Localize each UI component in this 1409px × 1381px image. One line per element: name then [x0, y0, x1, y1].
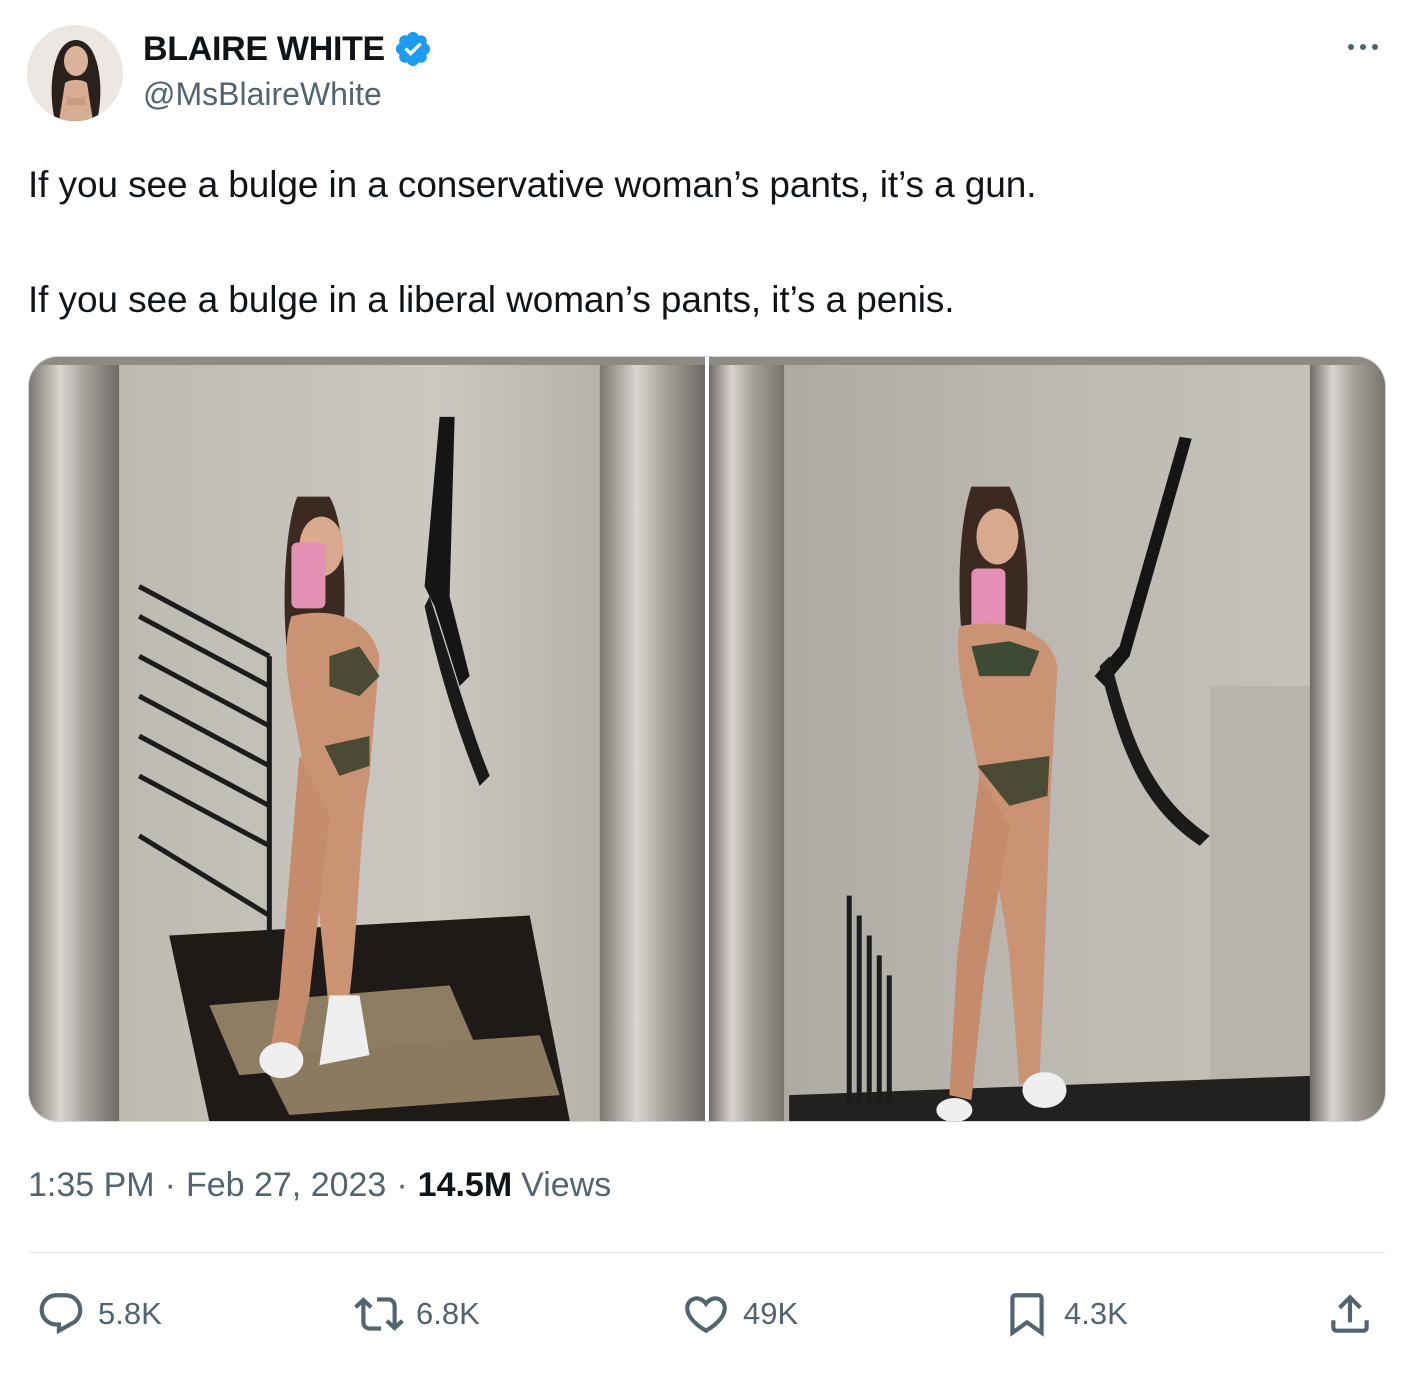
reply-count: 5.8K [98, 1296, 162, 1331]
action-bar: 5.8K 6.8K 49K 4.3K [0, 1280, 1409, 1350]
like-count: 49K [743, 1296, 799, 1331]
tweet-time[interactable]: 1:35 PM [28, 1166, 155, 1205]
bookmark-icon [1002, 1289, 1052, 1339]
heart-icon [681, 1289, 731, 1339]
retweet-icon [354, 1289, 404, 1339]
like-button[interactable]: 49K [681, 1288, 798, 1340]
avatar[interactable] [27, 25, 123, 121]
reply-button[interactable]: 5.8K [36, 1288, 162, 1340]
bookmark-count: 4.3K [1064, 1296, 1128, 1331]
tweet-card: BLAIRE WHITE @MsBlaireWhite If you see a… [0, 0, 1409, 1381]
share-icon [1325, 1289, 1375, 1339]
display-name[interactable]: BLAIRE WHITE [143, 30, 385, 69]
reply-icon [36, 1289, 86, 1339]
divider [28, 1252, 1386, 1253]
author-name-row[interactable]: BLAIRE WHITE [143, 27, 433, 71]
verified-badge-icon[interactable] [393, 29, 433, 69]
retweet-button[interactable]: 6.8K [354, 1288, 480, 1340]
photo-1[interactable] [29, 357, 705, 1121]
avatar-image [27, 25, 123, 121]
meta-separator: · [396, 1166, 408, 1204]
tweet-text-line-2: If you see a bulge in a liberal woman’s … [28, 279, 955, 320]
bookmark-button[interactable]: 4.3K [1002, 1288, 1128, 1340]
tweet-text-line-1: If you see a bulge in a conservative wom… [28, 164, 1037, 205]
meta-separator: · [164, 1166, 176, 1204]
share-button[interactable] [1325, 1288, 1375, 1340]
photo-2[interactable] [709, 357, 1385, 1121]
media-grid [28, 356, 1386, 1122]
tweet-date[interactable]: Feb 27, 2023 [186, 1166, 386, 1205]
author-handle[interactable]: @MsBlaireWhite [143, 76, 382, 113]
tweet-meta: 1:35 PM · Feb 27, 2023 · 14.5M Views [28, 1166, 611, 1205]
views-label: Views [521, 1166, 612, 1204]
more-horizontal-icon[interactable] [1335, 27, 1391, 67]
retweet-count: 6.8K [416, 1296, 480, 1331]
views-count[interactable]: 14.5M [418, 1166, 513, 1205]
